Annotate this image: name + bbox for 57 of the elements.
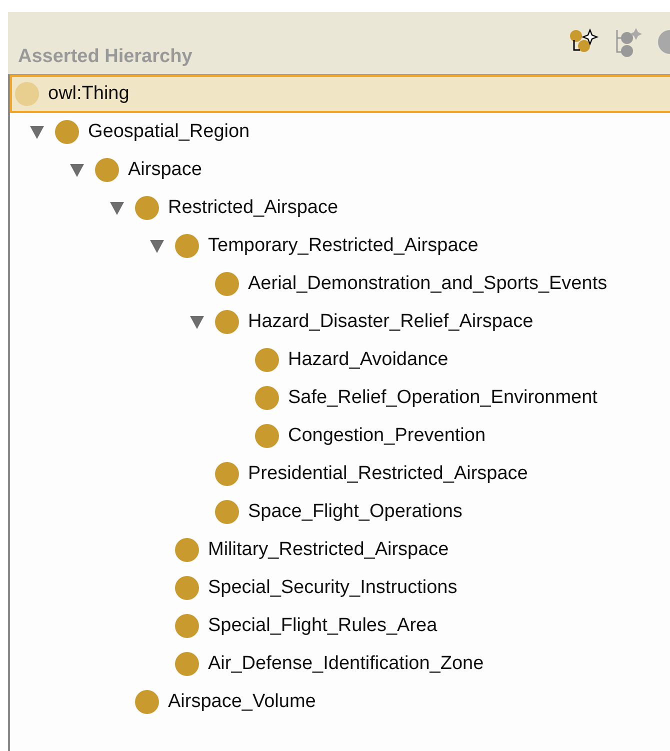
class-circle-icon	[134, 689, 160, 715]
class-circle-icon	[134, 195, 160, 221]
class-row[interactable]: Restricted_Airspace	[10, 189, 670, 227]
class-circle-icon	[174, 613, 200, 639]
class-row[interactable]: Temporary_Restricted_Airspace	[10, 227, 670, 265]
class-label: Hazard_Disaster_Relief_Airspace	[248, 311, 534, 333]
class-row[interactable]: Special_Flight_Rules_Area	[10, 607, 670, 645]
class-row[interactable]: Safe_Relief_Operation_Environment	[10, 379, 670, 417]
class-row[interactable]: Military_Restricted_Airspace	[10, 531, 670, 569]
collapse-triangle-icon[interactable]	[109, 200, 125, 216]
class-label: Presidential_Restricted_Airspace	[248, 463, 528, 485]
class-label: Restricted_Airspace	[168, 197, 338, 219]
class-row[interactable]: Aerial_Demonstration_and_Sports_Events	[10, 265, 670, 303]
class-row[interactable]: Airspace_Volume	[10, 683, 670, 721]
class-row[interactable]: Space_Flight_Operations	[10, 493, 670, 531]
class-label: Military_Restricted_Airspace	[208, 539, 449, 561]
collapse-triangle-icon[interactable]	[29, 124, 45, 140]
class-row[interactable]: Geospatial_Region	[10, 113, 670, 151]
collapse-triangle-icon[interactable]	[189, 314, 205, 330]
class-row[interactable]: Congestion_Prevention	[10, 417, 670, 455]
class-circle-icon	[254, 423, 280, 449]
class-circle-icon	[174, 651, 200, 677]
class-circle-icon	[174, 537, 200, 563]
class-label: Temporary_Restricted_Airspace	[208, 235, 478, 257]
class-circle-icon	[214, 499, 240, 525]
class-circle-icon	[94, 157, 120, 183]
class-circle-icon	[14, 81, 40, 107]
collapse-triangle-icon[interactable]	[69, 162, 85, 178]
class-label: Congestion_Prevention	[288, 425, 486, 447]
class-label: Safe_Relief_Operation_Environment	[288, 387, 598, 409]
class-row[interactable]: Hazard_Avoidance	[10, 341, 670, 379]
class-label: Space_Flight_Operations	[248, 501, 462, 523]
class-label: Special_Flight_Rules_Area	[208, 615, 438, 637]
class-row[interactable]: Hazard_Disaster_Relief_Airspace	[10, 303, 670, 341]
class-row[interactable]: owl:Thing	[10, 75, 670, 113]
class-row[interactable]: Special_Security_Instructions	[10, 569, 670, 607]
class-label: owl:Thing	[48, 83, 130, 105]
class-circle-icon	[214, 271, 240, 297]
class-row[interactable]: Airspace	[10, 151, 670, 189]
class-circle-icon	[214, 309, 240, 335]
class-circle-icon	[254, 385, 280, 411]
class-label: Aerial_Demonstration_and_Sports_Events	[248, 273, 608, 295]
class-circle-icon	[174, 575, 200, 601]
class-row[interactable]: Presidential_Restricted_Airspace	[10, 455, 670, 493]
class-circle-icon	[54, 119, 80, 145]
class-label: Geospatial_Region	[88, 121, 250, 143]
class-label: Special_Security_Instructions	[208, 577, 458, 599]
class-circle-icon	[214, 461, 240, 487]
class-row[interactable]: Air_Defense_Identification_Zone	[10, 645, 670, 683]
collapse-triangle-icon[interactable]	[149, 238, 165, 254]
class-label: Airspace	[128, 159, 202, 181]
class-circle-icon	[174, 233, 200, 259]
class-label: Air_Defense_Identification_Zone	[208, 653, 484, 675]
class-label: Airspace_Volume	[168, 691, 316, 713]
class-circle-icon	[254, 347, 280, 373]
class-label: Hazard_Avoidance	[288, 349, 448, 371]
panel-title: Asserted Hierarchy	[18, 46, 192, 68]
